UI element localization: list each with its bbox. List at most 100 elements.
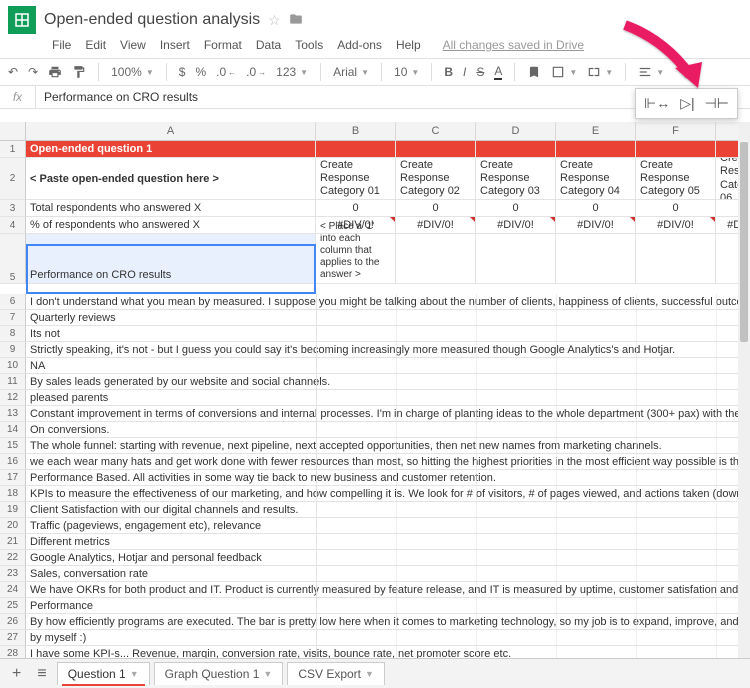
row-header[interactable]: 15 — [0, 438, 26, 454]
font-select[interactable]: Arial▼ — [333, 65, 369, 79]
cell[interactable]: On conversions. — [26, 422, 750, 438]
cell[interactable]: Open-ended question 1 — [26, 141, 316, 158]
cell[interactable]: Different metrics — [26, 534, 750, 550]
star-icon[interactable]: ☆ — [268, 12, 281, 29]
resize-fit-icon[interactable]: ⊩↔ — [644, 95, 670, 112]
col-header-c[interactable]: C — [396, 122, 476, 141]
row-header[interactable]: 9 — [0, 342, 26, 358]
row-header[interactable]: 27 — [0, 630, 26, 646]
paint-format-icon[interactable] — [72, 65, 86, 79]
merge-icon[interactable]: ▼ — [587, 65, 613, 79]
cell[interactable]: 0 — [476, 200, 556, 217]
menu-format[interactable]: Format — [204, 38, 242, 52]
cell[interactable]: 0 — [316, 200, 396, 217]
row-header[interactable]: 20 — [0, 518, 26, 534]
cell[interactable]: #DIV/0! — [556, 217, 636, 234]
row-header[interactable]: 10 — [0, 358, 26, 374]
bold-button[interactable]: B — [444, 65, 453, 79]
cell[interactable] — [476, 234, 556, 284]
row-header[interactable]: 7 — [0, 310, 26, 326]
cell[interactable]: < Paste open-ended question here > — [26, 158, 316, 200]
borders-icon[interactable]: ▼ — [551, 65, 577, 79]
row-header[interactable]: 6 — [0, 294, 26, 310]
resize-narrow-icon[interactable]: ▷| — [680, 95, 694, 112]
row-header[interactable]: 14 — [0, 422, 26, 438]
cell[interactable] — [636, 141, 716, 158]
cell[interactable]: Strictly speaking, it's not - but I gues… — [26, 342, 750, 358]
fill-color-icon[interactable] — [527, 65, 541, 79]
row-header[interactable]: 1 — [0, 141, 26, 158]
row-header[interactable]: 26 — [0, 614, 26, 630]
cell[interactable]: By sales leads generated by our website … — [26, 374, 750, 390]
tab-graph-question-1[interactable]: Graph Question 1▼ — [154, 662, 284, 685]
cell[interactable]: 0 — [396, 200, 476, 217]
cell[interactable]: Traffic (pageviews, engagement etc), rel… — [26, 518, 750, 534]
cell[interactable]: The whole funnel: starting with revenue,… — [26, 438, 750, 454]
row-header[interactable]: 17 — [0, 470, 26, 486]
cell[interactable]: By how efficiently programs are executed… — [26, 614, 750, 630]
cell[interactable] — [316, 141, 396, 158]
italic-button[interactable]: I — [463, 65, 466, 79]
row-header[interactable]: 22 — [0, 550, 26, 566]
cell[interactable]: < Place a '1' into each column that appl… — [316, 234, 396, 284]
scrollbar-thumb[interactable] — [740, 142, 748, 342]
cell[interactable]: KPIs to measure the effectiveness of our… — [26, 486, 750, 502]
all-sheets-button[interactable]: ≡ — [31, 665, 52, 683]
cell[interactable] — [636, 234, 716, 284]
row-header[interactable]: 3 — [0, 200, 26, 217]
cell[interactable] — [556, 234, 636, 284]
menu-tools[interactable]: Tools — [295, 38, 323, 52]
row-header[interactable]: 16 — [0, 454, 26, 470]
cell[interactable]: Create Response Category 01 — [316, 158, 396, 200]
menu-view[interactable]: View — [120, 38, 146, 52]
textcolor-button[interactable]: A — [494, 64, 502, 80]
row-header[interactable]: 12 — [0, 390, 26, 406]
cell[interactable] — [396, 141, 476, 158]
format-percent[interactable]: % — [195, 65, 206, 79]
row-header[interactable]: 28 — [0, 646, 26, 658]
row-header[interactable]: 13 — [0, 406, 26, 422]
format-dec-decrease[interactable]: .0← — [216, 65, 236, 79]
fx-label[interactable]: fx — [0, 86, 36, 108]
cell[interactable]: #DIV/0! — [476, 217, 556, 234]
cell[interactable]: Total respondents who answered X — [26, 200, 316, 217]
format-dec-increase[interactable]: .0→ — [246, 65, 266, 79]
row-header[interactable]: 2 — [0, 158, 26, 200]
menu-edit[interactable]: Edit — [85, 38, 106, 52]
print-icon[interactable] — [48, 65, 62, 79]
row-header[interactable]: 19 — [0, 502, 26, 518]
cell[interactable]: NA — [26, 358, 750, 374]
menu-file[interactable]: File — [52, 38, 71, 52]
menu-data[interactable]: Data — [256, 38, 281, 52]
cell[interactable]: Client Satisfaction with our digital cha… — [26, 502, 750, 518]
tab-csv-export[interactable]: CSV Export▼ — [287, 662, 385, 685]
cell[interactable] — [476, 141, 556, 158]
row-header[interactable]: 21 — [0, 534, 26, 550]
format-currency[interactable]: $ — [179, 65, 186, 79]
cell[interactable]: I don't understand what you mean by meas… — [26, 294, 750, 310]
cell[interactable]: by myself :) — [26, 630, 750, 646]
cell[interactable] — [556, 141, 636, 158]
row-header[interactable]: 5 — [0, 234, 26, 284]
cell[interactable]: Performance — [26, 598, 750, 614]
cell[interactable]: Create Response Category 03 — [476, 158, 556, 200]
cell[interactable]: #DIV/0! — [396, 217, 476, 234]
menu-help[interactable]: Help — [396, 38, 421, 52]
cell[interactable]: Performance Based. All activities in som… — [26, 470, 750, 486]
row-header[interactable]: 24 — [0, 582, 26, 598]
zoom-select[interactable]: 100%▼ — [111, 65, 154, 79]
cell[interactable]: % of respondents who answered X — [26, 217, 316, 234]
cell[interactable]: 0 — [556, 200, 636, 217]
cell[interactable]: pleased parents — [26, 390, 750, 406]
halign-icon[interactable]: ▼ — [638, 65, 664, 79]
spreadsheet-grid[interactable]: A B C D E F G 1 Open-ended question 1 2 … — [0, 122, 750, 284]
folder-icon[interactable] — [289, 12, 303, 29]
cell[interactable]: We have OKRs for both product and IT. Pr… — [26, 582, 750, 598]
fontsize-select[interactable]: 10▼ — [394, 65, 419, 79]
cell[interactable]: Create Response Category 05 — [636, 158, 716, 200]
cell[interactable]: Sales, conversation rate — [26, 566, 750, 582]
sheets-logo[interactable] — [8, 6, 36, 34]
col-header-d[interactable]: D — [476, 122, 556, 141]
cell[interactable]: Create Response Category 02 — [396, 158, 476, 200]
cell[interactable]: Its not — [26, 326, 750, 342]
